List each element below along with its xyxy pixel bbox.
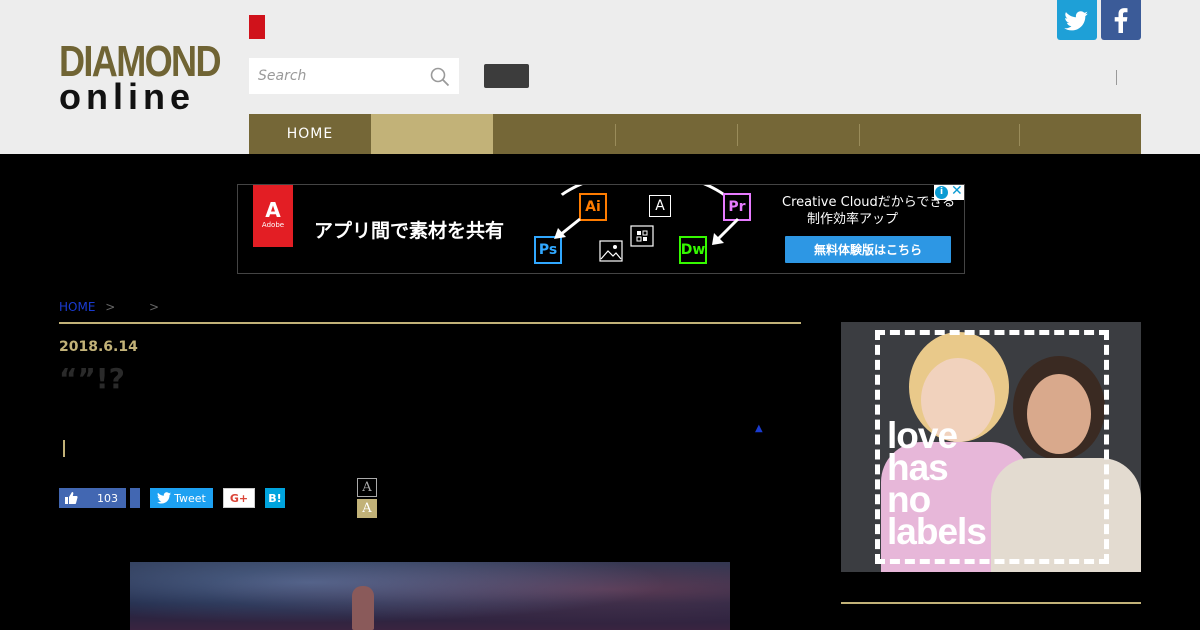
article-date: 2018.6.14 <box>59 339 138 355</box>
adobe-logo: A Adobe <box>253 185 293 247</box>
like-count: 103 <box>97 491 118 505</box>
breadcrumb-sep-2: > <box>148 300 160 314</box>
breadcrumb-home[interactable]: HOME <box>59 300 95 314</box>
hatena-bookmark-button[interactable]: B! <box>265 488 285 508</box>
close-icon[interactable]: ✕ <box>951 185 963 199</box>
tweet-label: Tweet <box>174 491 206 505</box>
ad-cta-button[interactable]: 無料体験版はこちら <box>785 236 951 263</box>
logo-line2: online <box>59 76 195 117</box>
search-submit-button[interactable] <box>484 64 529 88</box>
ad-choices[interactable]: i ✕ <box>934 185 964 200</box>
article-top-divider <box>59 322 801 324</box>
font-size-small-button[interactable]: A <box>357 478 377 497</box>
facebook-button[interactable] <box>1101 0 1141 40</box>
nav-item-7[interactable] <box>1019 114 1141 154</box>
ad-subtext: Creative Cloudだからできる 制作効率アップ <box>782 194 955 228</box>
nav-item-3[interactable] <box>493 114 615 154</box>
adobe-brand-label: Adobe <box>261 221 285 229</box>
grid-icon <box>630 225 654 247</box>
nav-item-5[interactable] <box>737 114 859 154</box>
sidebar-ad[interactable]: love has no labels <box>841 322 1141 572</box>
search-icon[interactable] <box>430 67 450 87</box>
site-logo[interactable]: DIAMOND online <box>59 40 223 117</box>
dreamweaver-icon: Dw <box>679 236 707 264</box>
search-input[interactable] <box>249 58 429 94</box>
nav-item-home[interactable]: HOME <box>249 114 371 154</box>
tweet-button[interactable]: Tweet <box>150 488 213 508</box>
twitter-button[interactable] <box>1057 0 1097 40</box>
site-header: DIAMOND online HOME <box>0 0 1200 154</box>
ad-subtext-line2: 制作効率アップ <box>807 212 899 227</box>
ad-subtext-line1: Creative Cloudだからできる <box>782 195 956 210</box>
facebook-f-icon <box>1114 8 1128 33</box>
main-nav: HOME <box>249 114 1141 154</box>
author-marker <box>63 440 65 457</box>
thumbs-up-icon <box>65 492 78 504</box>
breadcrumb: HOME > > <box>59 300 165 314</box>
facebook-like-button[interactable]: 103 <box>59 488 126 508</box>
article-hero-image <box>130 562 730 630</box>
article-title: “”!? <box>59 362 125 395</box>
font-size-large-button[interactable]: A <box>357 499 377 518</box>
adobe-a-icon: A <box>265 198 281 222</box>
search-box <box>249 58 459 94</box>
red-marker <box>249 15 265 39</box>
ad-headline: アプリ間で素材を共有 <box>314 220 505 242</box>
google-plus-button[interactable]: G+ <box>223 488 255 508</box>
ad-word-labels: labels <box>887 511 987 552</box>
sidebar-ad-text: love has no labels <box>887 417 987 552</box>
twitter-bird-icon <box>157 492 172 504</box>
arrow-icon-2 <box>554 217 581 239</box>
triangle-up-icon[interactable]: ▲ <box>755 423 763 434</box>
breadcrumb-sep: > <box>105 300 116 314</box>
performer-figure <box>352 586 374 630</box>
twitter-bird-icon <box>1064 11 1088 31</box>
sidebar-divider <box>841 602 1141 604</box>
nav-item-6[interactable] <box>859 114 1019 154</box>
image-icon <box>599 240 623 262</box>
nav-item-4[interactable] <box>615 114 737 154</box>
stage-light <box>130 562 730 630</box>
top-ad-banner[interactable]: A Adobe アプリ間で素材を共有 Ai A Pr Ps Dw Creativ… <box>237 184 965 274</box>
info-icon[interactable]: i <box>935 186 948 199</box>
arrow-icon <box>712 217 740 245</box>
header-divider <box>1116 70 1117 85</box>
facebook-share-button[interactable] <box>130 488 140 508</box>
nav-item-2[interactable] <box>371 114 493 154</box>
font-icon: A <box>649 195 671 217</box>
